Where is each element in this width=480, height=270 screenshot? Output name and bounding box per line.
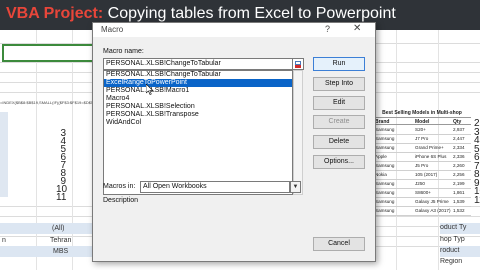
table-cell: J250	[415, 181, 425, 186]
mouse-cursor-icon	[146, 84, 154, 95]
macro-list-scrollbar[interactable]	[293, 70, 303, 195]
macro-list-item[interactable]: WidAndCol	[104, 119, 292, 127]
best-selling-table-header: Brand Model Qty	[373, 118, 471, 125]
table-row: Samsung Galaxy J5 Prime 1,539	[373, 198, 471, 207]
dialog-title: Macro	[101, 25, 124, 34]
table-cell: Apple	[375, 154, 387, 159]
macro-dialog: Macro ? ✕ Macro name: PERSONAL.XLSB!Chan…	[92, 22, 376, 262]
range-select-icon[interactable]	[292, 58, 304, 70]
table-cell: 2,199	[453, 181, 465, 186]
options-button[interactable]: Options...	[313, 155, 365, 169]
header-brand: Brand	[375, 119, 390, 125]
right-pivot-label: oduct Ty	[440, 224, 467, 231]
header-qty: Qty	[453, 119, 462, 125]
table-cell: 2,334	[453, 145, 465, 150]
pivot-row: (All)	[0, 225, 95, 235]
range-arrow-shape	[295, 65, 301, 68]
table-cell: 2,937	[453, 127, 465, 132]
table-cell: J5 Pro	[415, 163, 429, 168]
description-label: Description	[103, 197, 139, 204]
table-row: Samsung J5 Pro 2,260	[373, 162, 471, 171]
table-cell: Samsung	[375, 136, 395, 141]
table-cell: 1,539	[453, 199, 465, 204]
table-cell: 2,336	[453, 154, 465, 159]
table-cell: Galaxy J5 Prime	[415, 199, 449, 204]
table-cell: Samsung	[375, 208, 395, 213]
table-row: Samsung S8600+ 1,861	[373, 189, 471, 198]
row-number: 11	[56, 192, 67, 203]
left-column-shading	[0, 112, 8, 197]
macro-list[interactable]: PERSONAL.XLSB!ChangeToTabular ExcelRangeT…	[103, 70, 293, 195]
table-cell: Samsung	[375, 145, 395, 150]
delete-button[interactable]: Delete	[313, 135, 365, 149]
table-cell: 105 (2017)	[415, 172, 438, 177]
table-cell: Samsung	[375, 127, 395, 132]
macro-list-item[interactable]: ExcelRangeToPowerPoint	[104, 79, 292, 87]
table-cell: S8600+	[415, 190, 431, 195]
selected-cell-range[interactable]	[2, 44, 94, 62]
table-cell: Galaxy A3 (2017)	[415, 208, 451, 213]
table-row: Samsung S20+ 2,937	[373, 126, 471, 135]
table-cell: S20+	[415, 127, 426, 132]
row-number: 11	[474, 194, 480, 206]
banner-title: VBA Project: Copying tables from Excel t…	[6, 4, 396, 24]
table-cell: iPhone 6S Plus	[415, 154, 447, 159]
edit-button[interactable]: Edit	[313, 96, 365, 110]
chevron-down-icon[interactable]: ▼	[290, 181, 301, 193]
best-selling-table-title: Best Selling Models in Multi-shop	[373, 110, 471, 118]
table-cell: 1,861	[453, 190, 465, 195]
banner-text: Copying tables from Excel to Powerpoint	[107, 5, 396, 22]
table-cell: Nokia	[375, 172, 387, 177]
pivot-cell: n	[2, 237, 6, 244]
create-button[interactable]: Create	[313, 115, 365, 129]
table-row: Apple iPhone 6S Plus 2,336	[373, 153, 471, 162]
table-cell: 2,447	[453, 136, 465, 141]
table-cell: Samsung	[375, 190, 395, 195]
macro-name-label: Macro name:	[103, 48, 144, 55]
pivot-row: MBS	[0, 248, 95, 258]
header-model: Model	[415, 119, 430, 125]
table-cell: Samsung	[375, 181, 395, 186]
table-cell: 2,260	[453, 163, 465, 168]
step-into-button[interactable]: Step Into	[313, 77, 365, 91]
table-cell: Grand Prime+	[415, 145, 444, 150]
table-cell: Samsung	[375, 199, 395, 204]
pivot-cell: (All)	[52, 225, 65, 232]
macros-in-label: Macros in:	[103, 183, 136, 190]
table-row: Nokia 105 (2017) 2,256	[373, 171, 471, 180]
macro-list-item[interactable]: PERSONAL.XLSB!Transpose	[104, 111, 292, 119]
macro-list-item[interactable]: PERSONAL.XLSB!ChangeToTabular	[104, 71, 292, 79]
macro-list-item[interactable]: Macro4	[104, 95, 292, 103]
pivot-cell: MBS	[53, 248, 69, 255]
cancel-button[interactable]: Cancel	[313, 237, 365, 251]
run-button[interactable]: Run	[313, 57, 365, 71]
macro-list-item[interactable]: PERSONAL.XLSB!Selection	[104, 103, 292, 111]
table-cell: 1,532	[453, 208, 465, 213]
table-row: Samsung J7 Pro 2,447	[373, 135, 471, 144]
right-pivot-label: roduct	[440, 247, 460, 254]
right-pivot-label: hop Typ	[440, 236, 465, 243]
help-icon[interactable]: ?	[325, 24, 330, 34]
table-cell: 2,256	[453, 172, 465, 177]
table-row: Samsung J250 2,199	[373, 180, 471, 189]
macro-list-item[interactable]: PERSONAL.XLSB!Macro1	[104, 87, 292, 95]
right-pivot-label: Region	[440, 258, 463, 265]
banner-accent: VBA Project:	[6, 5, 104, 22]
table-row: Samsung Grand Prime+ 2,334	[373, 144, 471, 153]
table-row: Samsung Galaxy A3 (2017) 1,532	[373, 207, 471, 216]
table-cell: J7 Pro	[415, 136, 429, 141]
pivot-cell: Tehran	[50, 237, 72, 244]
table-cell: Samsung	[375, 163, 395, 168]
close-icon[interactable]: ✕	[353, 23, 361, 34]
dialog-titlebar[interactable]: Macro ? ✕	[93, 23, 375, 37]
description-box	[103, 207, 303, 259]
macro-name-input[interactable]: PERSONAL.XLSB!ChangeToTabular	[103, 58, 293, 70]
macros-in-select[interactable]: All Open Workbooks	[140, 181, 290, 193]
